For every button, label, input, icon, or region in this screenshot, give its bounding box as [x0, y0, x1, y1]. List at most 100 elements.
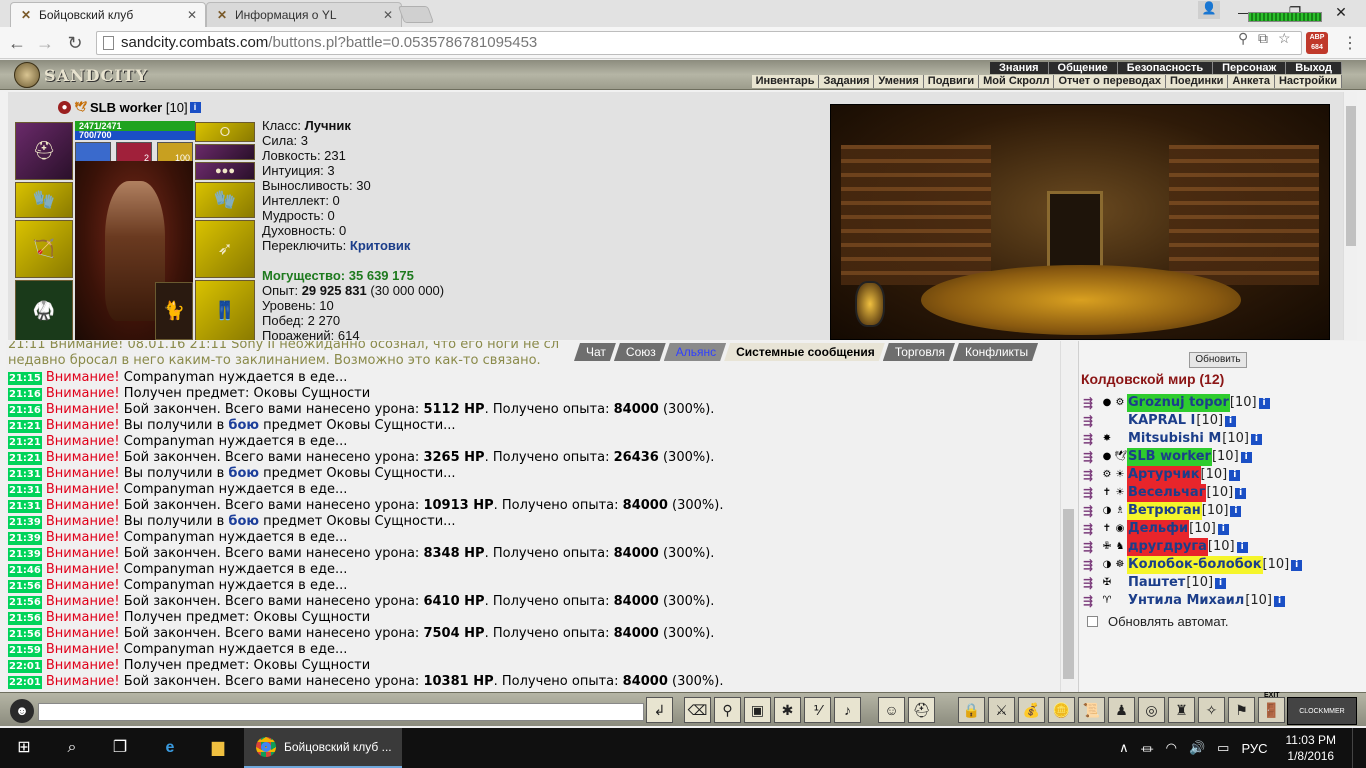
location-scene[interactable]	[830, 104, 1330, 340]
quiver-slot[interactable]: ➶	[195, 220, 255, 278]
user-name[interactable]: KAPRAL I	[1127, 412, 1196, 430]
user-name[interactable]: Колобок-болобок	[1127, 556, 1263, 574]
close-icon[interactable]: ✕	[383, 8, 393, 22]
message-time[interactable]: 21:16	[8, 388, 42, 401]
filter-icon[interactable]: ⚲	[714, 697, 741, 723]
user-name[interactable]: Mitsubishi M	[1127, 430, 1222, 448]
user-name[interactable]: другдруга	[1127, 538, 1208, 556]
user-row[interactable]: ⇶ ✝ ☀ Весельчаг [10] i	[1083, 484, 1247, 502]
message-time[interactable]: 21:31	[8, 500, 42, 513]
user-row[interactable]: ⇶ ● 🕊 SLB worker [10] i	[1083, 448, 1252, 466]
extension-icon[interactable]: ⧉	[1258, 30, 1268, 47]
game-logo[interactable]: SANDCITY	[14, 62, 148, 88]
info-icon[interactable]: i	[1225, 415, 1237, 427]
show-desktop-button[interactable]	[1352, 728, 1366, 768]
user-row[interactable]: ⇶ ♈ Унтила Михаил [10] i	[1083, 592, 1285, 610]
user-name[interactable]: Унтила Михаил	[1127, 592, 1245, 610]
private-message-icon[interactable]: ⇶	[1083, 538, 1101, 556]
info-icon[interactable]: i	[1217, 523, 1229, 535]
send-icon[interactable]: ↲	[646, 697, 673, 723]
usb-icon[interactable]: ⏛	[1141, 739, 1154, 758]
bracer-slot[interactable]: 🧤	[195, 182, 255, 218]
bag-icon[interactable]: 💰	[1018, 697, 1045, 723]
refresh-button[interactable]: Обновить	[1189, 352, 1247, 368]
edge-icon[interactable]: e	[156, 736, 184, 760]
info-icon[interactable]: i	[1235, 487, 1247, 499]
character-name[interactable]: SLB worker	[90, 100, 162, 115]
message-time[interactable]: 21:56	[8, 596, 42, 609]
info-icon[interactable]: i	[1250, 433, 1262, 445]
info-icon[interactable]: i	[1230, 505, 1242, 517]
user-name[interactable]: Артурчик	[1127, 466, 1201, 484]
flag-icon[interactable]: ⚑	[1228, 697, 1255, 723]
info-icon[interactable]: i	[1274, 595, 1285, 607]
info-icon[interactable]: i	[1291, 559, 1303, 571]
tray-up-arrow-icon[interactable]: ∧	[1119, 740, 1129, 756]
magic-circle[interactable]	[921, 265, 1241, 335]
message-time[interactable]: 21:15	[8, 372, 42, 385]
pet-slot[interactable]: 🐈	[155, 282, 193, 340]
menu-social[interactable]: Общение	[1048, 62, 1118, 74]
battle-link[interactable]: бою	[228, 466, 259, 481]
compass-icon[interactable]: ✧	[1198, 697, 1225, 723]
switch-build-link[interactable]: Критовик	[350, 238, 411, 253]
user-row[interactable]: ⇶ ◑ ♗ Ветрюган [10] i	[1083, 502, 1242, 520]
tab-union[interactable]: Союз	[614, 343, 666, 361]
menu-security[interactable]: Безопасность	[1117, 62, 1214, 74]
group-icon[interactable]: ♟	[1108, 697, 1135, 723]
message-time[interactable]: 21:16	[8, 404, 42, 417]
volume-icon[interactable]: 🔊	[1189, 740, 1205, 756]
library-door[interactable]	[1047, 191, 1103, 275]
wifi-icon[interactable]: ◠	[1166, 740, 1177, 756]
submenu-feats[interactable]: Подвиги	[924, 75, 980, 88]
adblock-icon[interactable]: ABP 684	[1306, 32, 1328, 54]
browser-menu-icon[interactable]: ⋮	[1342, 33, 1358, 53]
auto-refresh-checkbox[interactable]	[1087, 616, 1098, 627]
info-icon[interactable]: i	[1236, 541, 1248, 553]
scrollbar-thumb[interactable]	[1063, 509, 1074, 679]
chat-input[interactable]	[38, 703, 644, 721]
submenu-settings[interactable]: Настройки	[1275, 75, 1342, 88]
clear-icon[interactable]: ⌫	[684, 697, 711, 723]
back-arrow-icon[interactable]: ←	[6, 33, 28, 54]
tab-alliance[interactable]: Альянс	[664, 343, 726, 361]
target-icon[interactable]: ◎	[1138, 697, 1165, 723]
user-name[interactable]: Весельчаг	[1127, 484, 1207, 502]
user-name[interactable]: Дельфи	[1127, 520, 1190, 538]
gloves-slot[interactable]: 🧤	[15, 182, 73, 218]
submenu-profile[interactable]: Анкета	[1228, 75, 1275, 88]
window-close-button[interactable]: ✕	[1326, 4, 1356, 21]
taskbar-chrome-app[interactable]: Бойцовский клуб ...	[244, 728, 402, 768]
scrollbar-thumb[interactable]	[1346, 106, 1356, 246]
message-time[interactable]: 21:39	[8, 532, 42, 545]
save-icon[interactable]: ▣	[744, 697, 771, 723]
message-time[interactable]: 21:56	[8, 628, 42, 641]
user-row[interactable]: ⇶ ● ⚙ Groznuj topor [10] i	[1083, 394, 1270, 412]
submenu-transfers[interactable]: Отчет о переводах	[1054, 75, 1166, 88]
tab-trade[interactable]: Торговля	[883, 343, 955, 361]
clock-widget[interactable]: CLOCKMMER	[1287, 697, 1357, 725]
rings-slot[interactable]: ●●●	[195, 162, 255, 180]
private-message-icon[interactable]: ⇶	[1083, 556, 1101, 574]
message-time[interactable]: 21:39	[8, 516, 42, 529]
earrings-slot[interactable]: ⵔ	[195, 122, 255, 142]
submenu-quests[interactable]: Задания	[819, 75, 875, 88]
weapon-slot[interactable]: 🏹	[15, 220, 73, 278]
scroll-icon[interactable]: 📜	[1078, 697, 1105, 723]
menu-character[interactable]: Персонаж	[1213, 62, 1287, 74]
user-row[interactable]: ⇶ KAPRAL I [10] i	[1083, 412, 1237, 430]
private-message-icon[interactable]: ⇶	[1083, 592, 1101, 610]
message-time[interactable]: 22:01	[8, 676, 42, 689]
message-icon[interactable]: ▭	[1217, 740, 1229, 756]
task-view-icon[interactable]: ❐	[106, 736, 134, 760]
lock-icon[interactable]: 🔒	[958, 697, 985, 723]
battle-link[interactable]: бою	[228, 514, 259, 529]
close-icon[interactable]: ✕	[187, 8, 197, 22]
tools-icon[interactable]: ⚲	[1238, 30, 1248, 47]
private-message-icon[interactable]: ⇶	[1083, 502, 1101, 520]
message-time[interactable]: 21:31	[8, 484, 42, 497]
message-time[interactable]: 21:21	[8, 452, 42, 465]
chat-menu-icon[interactable]: ☻	[10, 699, 34, 723]
armor-slot[interactable]: 🥋	[15, 280, 73, 340]
private-message-icon[interactable]: ⇶	[1083, 448, 1101, 466]
